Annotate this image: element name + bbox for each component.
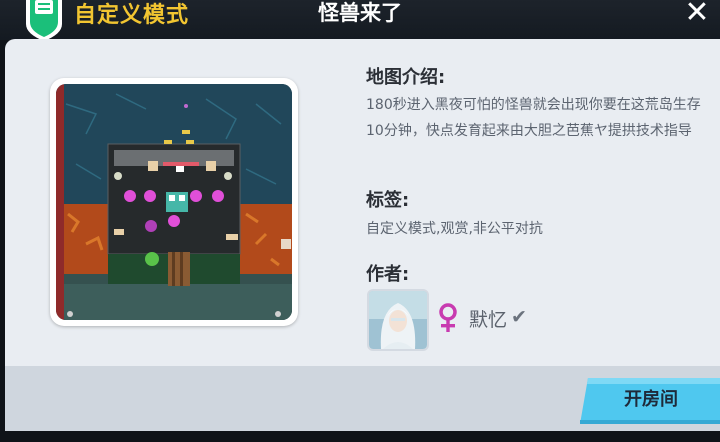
close-button[interactable]: ✕ (682, 0, 712, 28)
female-icon (439, 303, 457, 332)
bottom-strip (0, 431, 720, 442)
map-tags: 自定义模式,观赏,非公平对抗 (366, 221, 543, 237)
map-preview-image (56, 84, 292, 320)
map-description: 180秒进入黑夜可怕的怪兽就会出现你要在这荒岛生存10分钟，快点发育起来由大胆之… (366, 97, 701, 139)
author-heading: 作者: (366, 264, 410, 285)
avatar-image (369, 291, 427, 349)
open-room-label: 开房间 (624, 389, 678, 410)
verified-check-icon: ✔ (511, 306, 527, 328)
author-avatar[interactable] (367, 289, 429, 351)
author-name[interactable]: 默忆 (469, 305, 507, 332)
map-title: 怪兽来了 (318, 1, 402, 25)
map-intro-heading: 地图介绍: (366, 67, 446, 88)
top-bar: 自定义模式 怪兽来了 ✕ (0, 0, 720, 41)
map-preview-frame (50, 78, 298, 326)
tags-heading: 标签: (366, 190, 410, 211)
